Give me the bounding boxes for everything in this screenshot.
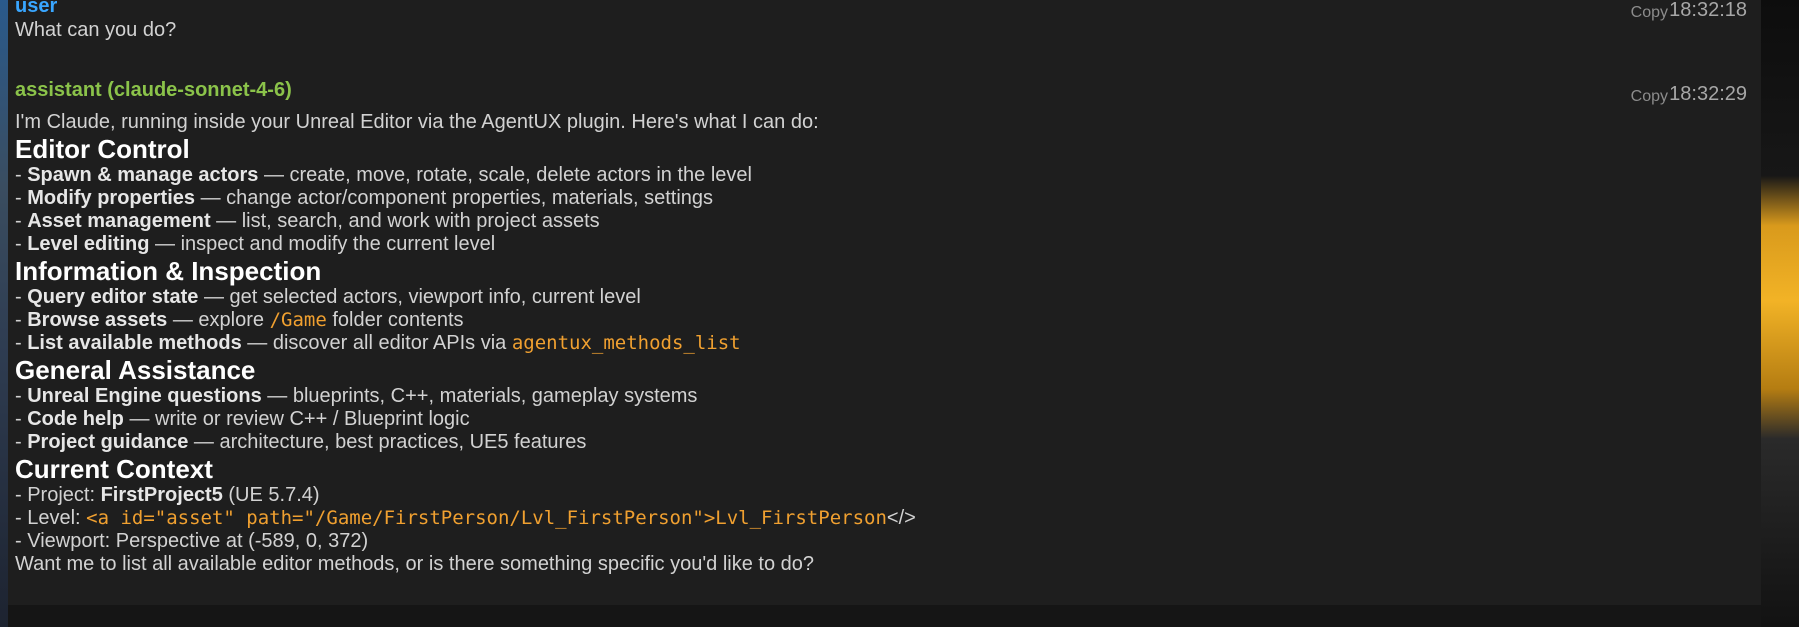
closing-text: Want me to list all available editor met… (15, 553, 815, 575)
bottom-bar (8, 605, 1761, 627)
item-label: Modify properties (27, 187, 196, 209)
item-label: Query editor state (27, 286, 199, 308)
list-item: - Browse assets — explore /Game folder c… (15, 309, 464, 331)
context-project: - Project: FirstProject5 (UE 5.7.4) (15, 484, 1715, 507)
list-item: - Level editing — inspect and modify the… (15, 233, 496, 255)
heading-general-assistance: General Assistance (15, 355, 256, 385)
right-panel-edge (1761, 0, 1799, 627)
sender-label: user (15, 0, 58, 17)
heading-current-context: Current Context (15, 454, 213, 484)
item-desc: — create, move, rotate, scale, delete ac… (258, 164, 752, 186)
copy-button[interactable]: Copy (1631, 4, 1668, 22)
inline-code: /Game (269, 309, 327, 331)
level-suffix: </> (886, 507, 916, 529)
item-desc: folder contents (326, 309, 464, 331)
list-item: - Asset management — list, search, and w… (15, 210, 600, 232)
heading-information: Information & Inspection (15, 256, 322, 286)
context-viewport: - Viewport: Perspective at (-589, 0, 372… (15, 530, 369, 552)
item-desc: — inspect and modify the current level (149, 233, 496, 255)
item-label: Spawn & manage actors (27, 164, 259, 186)
item-label: Browse assets (27, 309, 168, 331)
item-label: Unreal Engine questions (27, 385, 262, 407)
item-label: Asset management (27, 210, 211, 232)
item-desc: — get selected actors, viewport info, cu… (198, 286, 641, 308)
list-item: - Modify properties — change actor/compo… (15, 187, 714, 209)
sender-label: assistant (claude-sonnet-4-6) (15, 79, 292, 101)
timestamp: 18:32:18 (1669, 0, 1747, 21)
list-item: - Code help — write or review C++ / Blue… (15, 408, 470, 430)
copy-button[interactable]: Copy (1631, 88, 1668, 106)
list-item: - Unreal Engine questions — blueprints, … (15, 385, 698, 407)
item-label: Level editing (27, 233, 150, 255)
item-desc: — change actor/component properties, mat… (195, 187, 714, 209)
project-version: (UE 5.7.4) (222, 484, 320, 506)
list-item: - Spawn & manage actors — create, move, … (15, 164, 752, 186)
item-desc: — explore (167, 309, 270, 331)
chat-transcript[interactable]: user Copy 18:32:18 What can you do? assi… (8, 0, 1761, 605)
item-desc: — discover all editor APIs via (241, 332, 512, 354)
message-text: What can you do? (15, 19, 177, 41)
project-name: FirstProject5 (100, 484, 223, 506)
timestamp: 18:32:29 (1669, 83, 1747, 105)
item-label: List available methods (27, 332, 242, 354)
item-desc: — blueprints, C++, materials, gameplay s… (261, 385, 698, 407)
item-desc: — write or review C++ / Blueprint logic (123, 408, 470, 430)
left-panel-edge (0, 0, 8, 627)
context-prefix: - Project: (15, 484, 101, 506)
list-item: - Project guidance — architecture, best … (15, 431, 587, 453)
context-level: - Level: <a id="asset" path="/Game/First… (15, 507, 1715, 530)
item-label: Project guidance (27, 431, 189, 453)
intro-text: I'm Claude, running inside your Unreal E… (15, 111, 819, 133)
context-prefix: - Level: (15, 507, 87, 529)
inline-code: agentux_methods_list (511, 332, 741, 354)
list-item: - Query editor state — get selected acto… (15, 286, 641, 308)
heading-editor-control: Editor Control (15, 134, 190, 164)
item-desc: — list, search, and work with project as… (210, 210, 600, 232)
item-label: Code help (27, 408, 124, 430)
item-desc: — architecture, best practices, UE5 feat… (188, 431, 587, 453)
message-body: I'm Claude, running inside your Unreal E… (15, 111, 1715, 576)
level-asset-link[interactable]: <a id="asset" path="/Game/FirstPerson/Lv… (86, 507, 887, 529)
list-item: - List available methods — discover all … (15, 332, 741, 354)
